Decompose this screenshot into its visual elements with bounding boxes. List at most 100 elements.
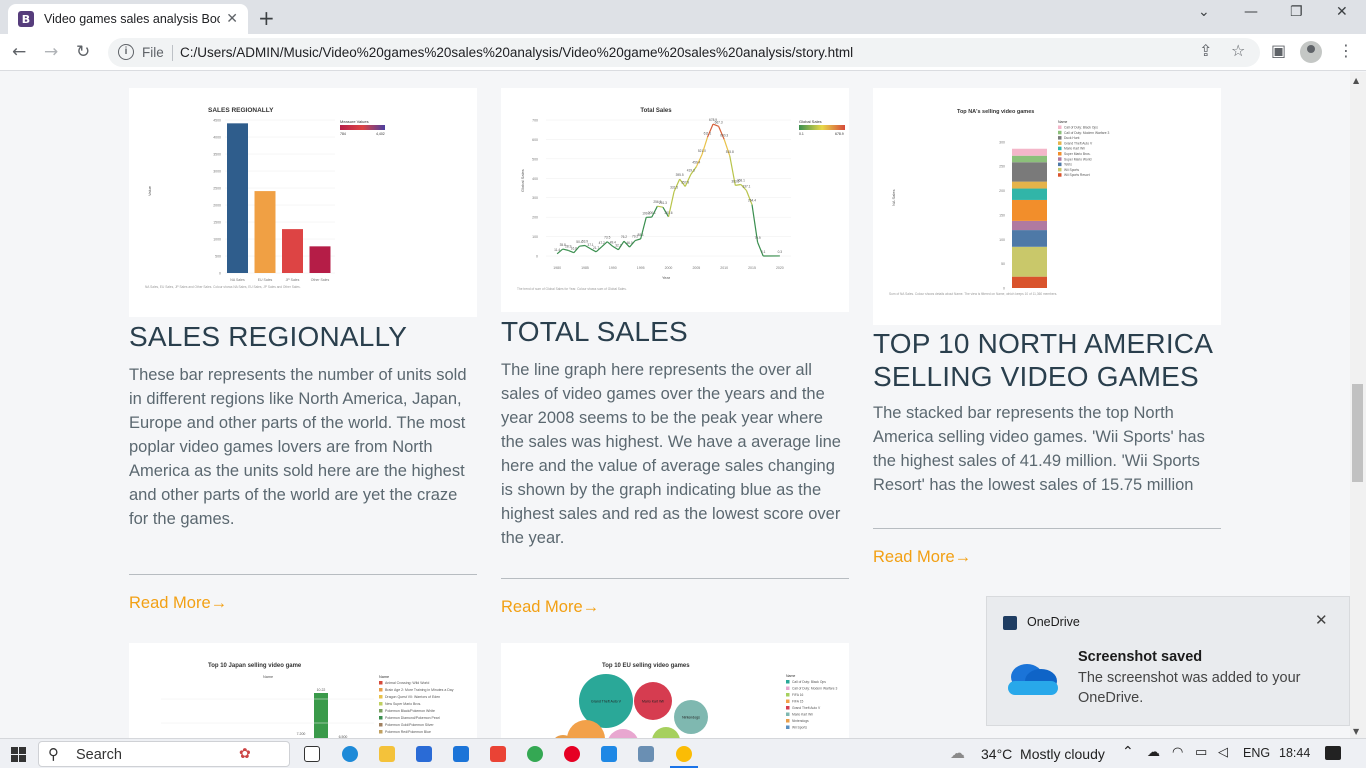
legend-label: Pokemon Diamond/Pokemon Pearl <box>385 716 440 720</box>
x-tick-label: 2020 <box>776 266 784 270</box>
close-tab-icon[interactable]: ✕ <box>226 11 238 27</box>
data-label: 88.1 <box>638 233 644 237</box>
bar <box>309 246 331 273</box>
windows-start-icon[interactable] <box>11 747 26 762</box>
onedrive-notification[interactable]: OneDrive ✕ Screenshot saved The screensh… <box>986 596 1350 726</box>
wifi-icon[interactable]: ◠ <box>1172 745 1183 760</box>
x-tick-label: 1985 <box>581 266 589 270</box>
close-window-button[interactable]: ✕ <box>1336 4 1348 20</box>
search-label: Search <box>76 747 122 763</box>
scrollbar-thumb[interactable] <box>1352 384 1363 482</box>
data-label: 46.0 <box>626 241 632 245</box>
bootstrap-favicon-icon: B <box>18 11 34 27</box>
y-tick-label: 300 <box>999 140 1005 144</box>
read-more-link[interactable]: Read More→ <box>129 594 227 613</box>
card-total-sales: Total Sales Global Sales 0.1 678.9 700 600 500… <box>501 88 849 550</box>
mail-icon[interactable] <box>453 746 469 762</box>
taskbar-search-box[interactable]: ⚲ Search ✿ <box>38 741 290 767</box>
vscode-icon[interactable] <box>601 746 617 762</box>
y-tick-label: 0 <box>1003 287 1005 291</box>
browser-tab[interactable]: B Video games sales analysis Bootstrap ✕ <box>8 4 248 34</box>
legend-swatch <box>786 680 790 684</box>
legend-label: Mario Kart Wii <box>792 713 813 717</box>
tab-title: Video games sales analysis Bootstrap <box>44 12 220 26</box>
share-icon[interactable]: ⇪ <box>1199 41 1212 60</box>
file-explorer-icon[interactable] <box>379 746 395 762</box>
profile-avatar[interactable] <box>1300 41 1322 63</box>
x-tick-label: 2005 <box>692 266 700 270</box>
legend-label: Brain Age 2: More Training in Minutes a … <box>385 688 454 692</box>
y-tick-label: 3000 <box>213 170 221 174</box>
y-tick-label: 400 <box>532 177 538 181</box>
legend-swatch <box>786 693 790 697</box>
divider <box>129 574 477 575</box>
scroll-up-arrow-icon[interactable]: ▲ <box>1353 76 1359 85</box>
legend-label: Grand Theft Auto V <box>1064 141 1093 145</box>
volume-icon[interactable]: ◁ <box>1218 745 1228 760</box>
legend-label: Pokemon Black/Pokemon White <box>385 709 435 713</box>
tab-search-icon[interactable]: ⌄ <box>1198 4 1210 20</box>
menu-kebab-icon[interactable]: ⋮ <box>1338 41 1354 60</box>
bookmark-star-icon[interactable]: ☆ <box>1231 41 1245 60</box>
notification-center-icon[interactable] <box>1325 746 1341 760</box>
chrome-active-icon[interactable] <box>676 746 692 762</box>
clock[interactable]: 18:44 <box>1279 746 1310 760</box>
legend-title: Measure Values <box>340 119 369 124</box>
reload-icon[interactable]: ↻ <box>76 42 90 62</box>
chart-title: Top 10 EU selling video games <box>602 663 690 669</box>
data-label: 667.3 <box>715 120 723 124</box>
y-tick-label: 300 <box>532 196 538 200</box>
pinterest-icon[interactable] <box>564 746 580 762</box>
legend-label: Wii Sports <box>792 726 807 730</box>
read-more-link[interactable]: Read More→ <box>501 598 599 617</box>
weather-text[interactable]: 34°C Mostly cloudy <box>981 746 1105 762</box>
data-label: 73.5 <box>604 236 610 240</box>
battery-icon[interactable]: ▭ <box>1195 745 1207 760</box>
legend-min: 784 <box>340 132 346 136</box>
task-view-icon[interactable] <box>304 746 320 762</box>
chart-title: Top NA's selling video games <box>957 109 1034 115</box>
legend-label: Call of Duty: Modern Warfare 3 <box>792 687 837 691</box>
side-panel-icon[interactable]: ▣ <box>1271 41 1286 60</box>
scroll-down-arrow-icon[interactable]: ▼ <box>1353 727 1359 736</box>
toast-app-name: OneDrive <box>1027 615 1080 629</box>
data-label: 395.5 <box>676 173 684 177</box>
chrome-icon[interactable] <box>527 746 543 762</box>
language-indicator[interactable]: ENG <box>1243 746 1270 760</box>
forward-arrow-icon[interactable]: → <box>44 42 58 62</box>
card-top-eu: Top 10 EU selling video games Grand Theft… <box>501 643 849 738</box>
info-icon[interactable]: i <box>118 44 134 60</box>
y-tick-label: 4000 <box>213 136 221 140</box>
chevron-up-icon[interactable]: ⌃ <box>1122 744 1134 760</box>
y-tick-label: 2500 <box>213 187 221 191</box>
url-text[interactable]: C:/Users/ADMIN/Music/Video%20games%20sal… <box>180 45 853 60</box>
gmail-icon[interactable] <box>490 746 506 762</box>
minimize-button[interactable]: — <box>1244 4 1258 20</box>
data-label: 459.4 <box>692 161 700 165</box>
y-tick-label: 200 <box>999 189 1005 193</box>
microsoft-store-icon[interactable] <box>416 746 432 762</box>
y-tick-label: 100 <box>999 238 1005 242</box>
legend-label: Wii Sports <box>1064 168 1079 172</box>
series-line-segment <box>579 244 586 247</box>
data-label: 70.9 <box>754 236 760 240</box>
y-axis-label: Global Sales <box>520 169 525 192</box>
divider <box>172 45 173 61</box>
edge-browser-icon[interactable] <box>342 746 358 762</box>
regional-bar-chart: SALES REGIONALLY Measure Values 784 4,402 45… <box>145 107 385 289</box>
data-label: 7.200 <box>297 732 306 736</box>
cloud-status-icon[interactable]: ☁ <box>1147 745 1160 760</box>
stacked-segment <box>1012 230 1047 247</box>
data-label: 47.2 <box>599 241 605 245</box>
back-arrow-icon[interactable]: ← <box>12 42 26 62</box>
bubble-label: Nintendogs <box>682 716 700 720</box>
legend-swatch <box>379 688 383 692</box>
legend-label: Tetris <box>1064 163 1072 167</box>
series-line-segment <box>735 183 741 186</box>
read-more-link[interactable]: Read More→ <box>873 548 971 567</box>
app-icon[interactable] <box>638 746 654 762</box>
restore-button[interactable]: ❐ <box>1290 4 1303 20</box>
address-bar[interactable]: i File C:/Users/ADMIN/Music/Video%20game… <box>108 38 1260 67</box>
new-tab-button[interactable]: + <box>258 6 275 30</box>
close-icon[interactable]: ✕ <box>1315 611 1328 629</box>
